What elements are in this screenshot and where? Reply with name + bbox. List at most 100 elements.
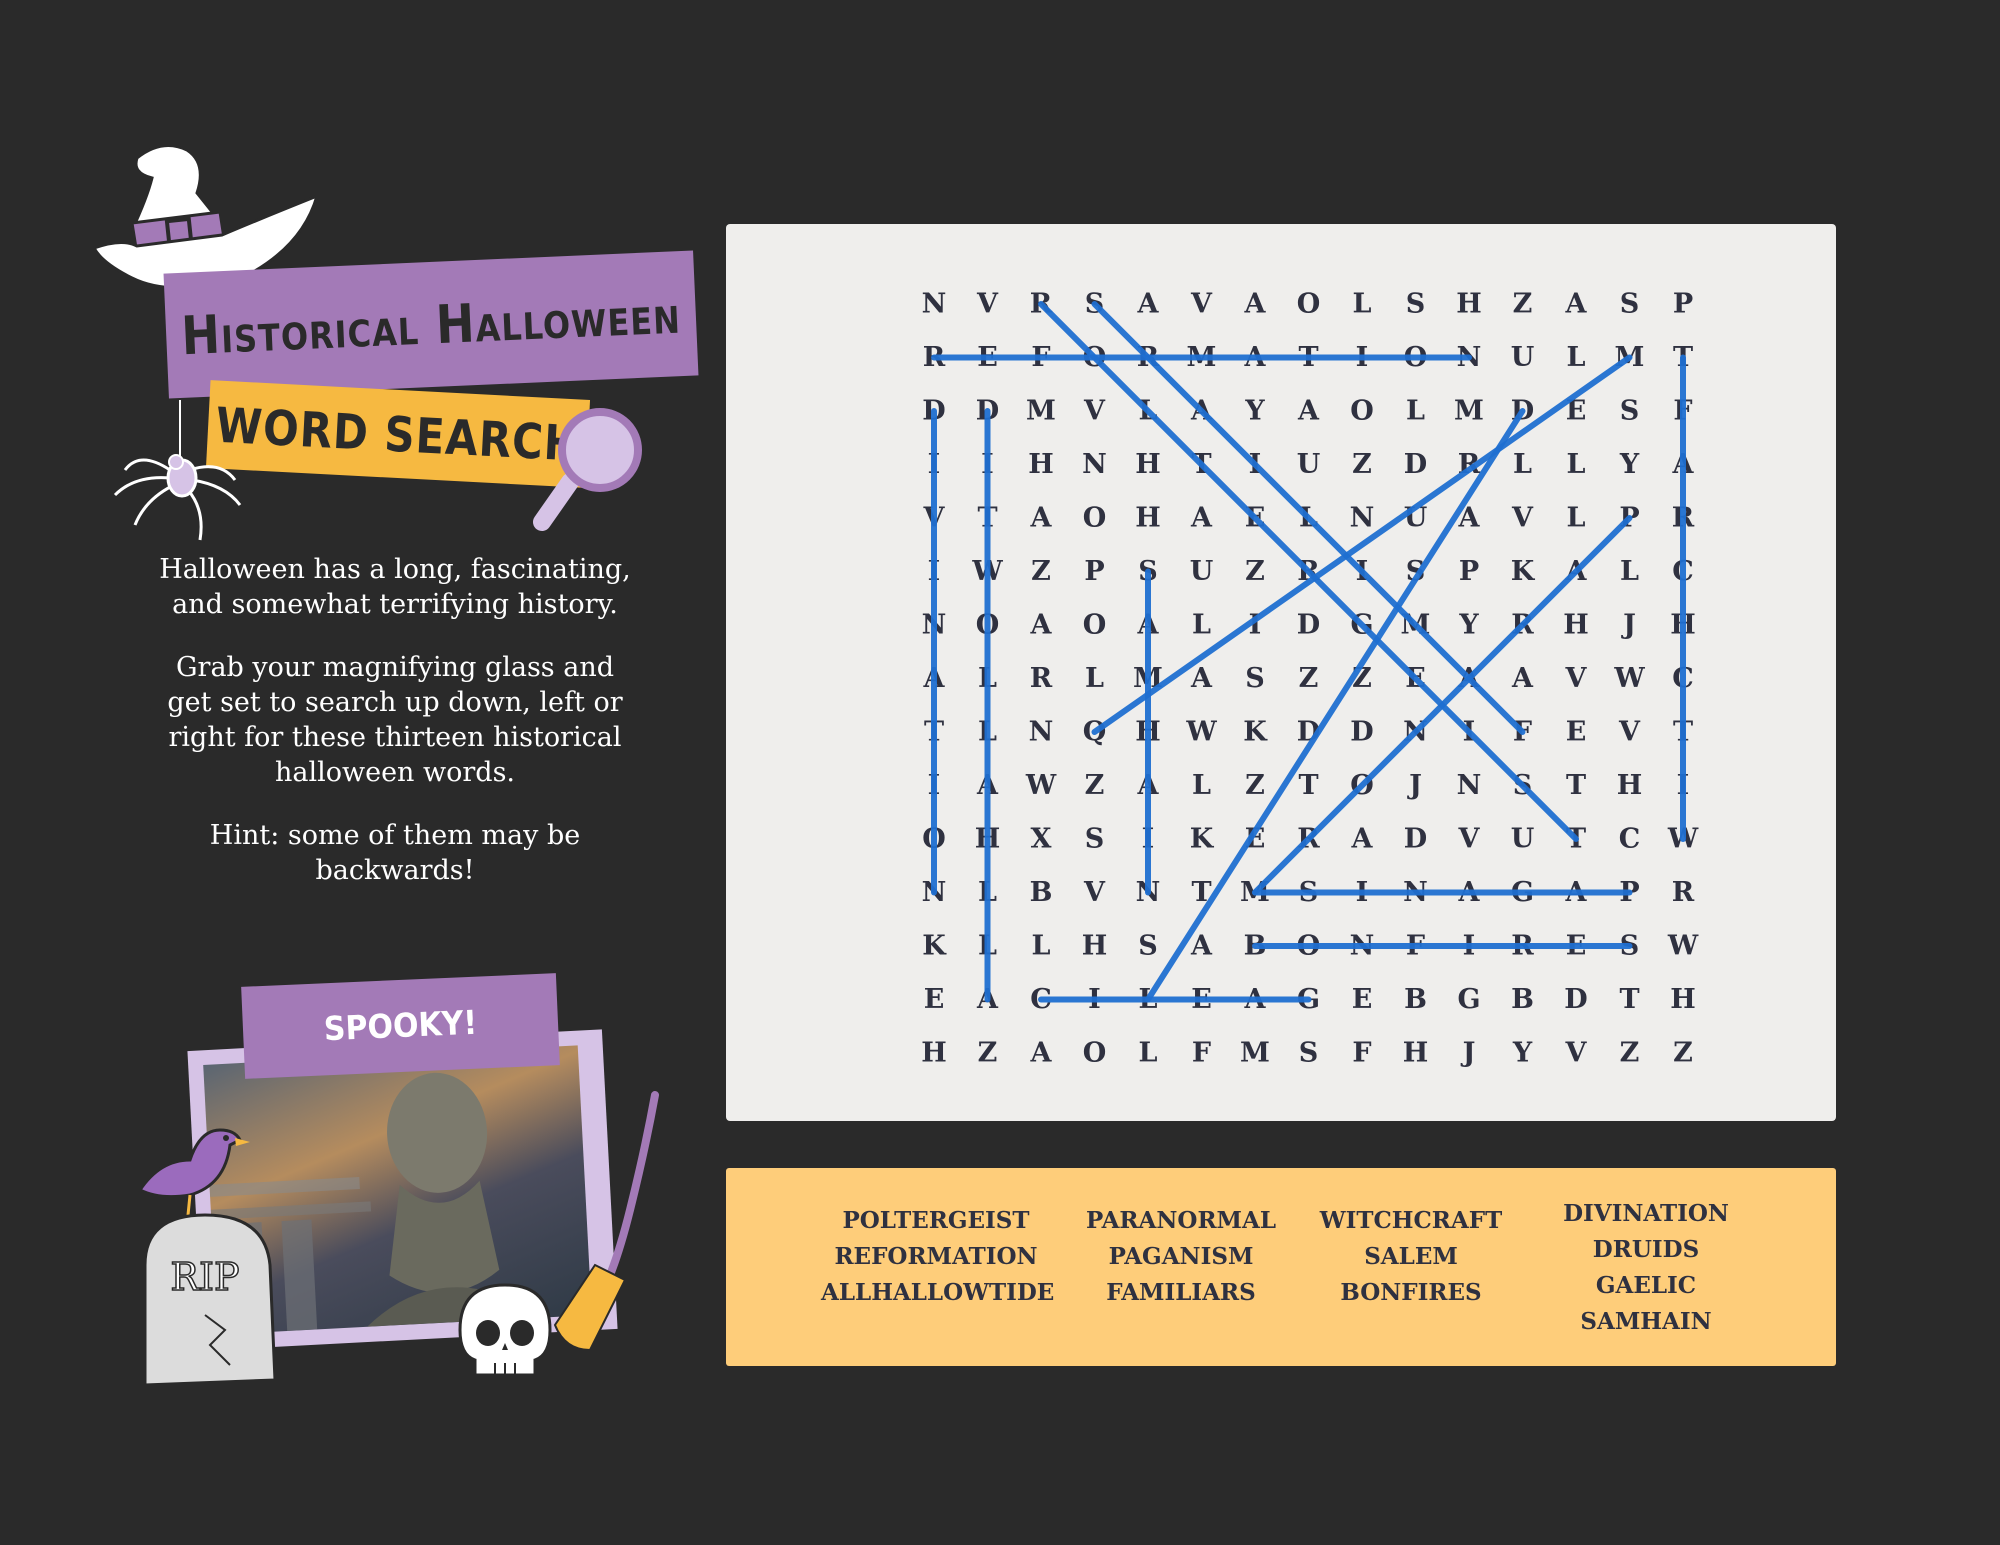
grid-letter[interactable]: D xyxy=(1350,717,1373,748)
grid-letter[interactable]: P xyxy=(1084,556,1104,587)
grid-letter[interactable]: K xyxy=(1190,824,1215,855)
grid-letter[interactable]: J xyxy=(1461,1038,1476,1069)
grid-letter[interactable]: T xyxy=(1619,984,1639,1015)
grid-letter[interactable]: H xyxy=(1028,449,1054,480)
grid-letter[interactable]: R xyxy=(1672,877,1695,908)
grid-letter[interactable]: L xyxy=(1620,556,1639,587)
grid-letter[interactable]: V xyxy=(976,289,999,320)
grid-letter[interactable]: B xyxy=(1030,877,1053,908)
grid-letter[interactable]: U xyxy=(1511,342,1535,373)
grid-letter[interactable]: K xyxy=(1511,556,1536,587)
grid-letter[interactable]: A xyxy=(1297,396,1320,427)
grid-letter[interactable]: V xyxy=(1083,877,1106,908)
grid-letter[interactable]: S xyxy=(1245,663,1265,694)
grid-letter[interactable]: N xyxy=(1457,770,1482,801)
grid-letter[interactable]: N xyxy=(1029,717,1054,748)
grid-letter[interactable]: W xyxy=(1613,663,1645,694)
grid-letter[interactable]: A xyxy=(1030,503,1053,534)
grid-letter[interactable]: D xyxy=(1404,824,1427,855)
grid-letter[interactable]: S xyxy=(1406,289,1426,320)
grid-letter[interactable]: H xyxy=(1456,289,1482,320)
grid-letter[interactable]: O xyxy=(1297,289,1321,320)
grid-letter[interactable]: V xyxy=(1618,717,1641,748)
grid-letter[interactable]: Z xyxy=(1299,663,1319,694)
grid-letter[interactable]: V xyxy=(1083,396,1106,427)
grid-letter[interactable]: L xyxy=(1567,342,1586,373)
grid-letter[interactable]: T xyxy=(1298,770,1318,801)
grid-letter[interactable]: V xyxy=(1565,663,1588,694)
grid-letter[interactable]: K xyxy=(1243,717,1268,748)
grid-letter[interactable]: J xyxy=(1621,610,1636,641)
grid-letter[interactable]: S xyxy=(1620,396,1640,427)
grid-letter[interactable]: V xyxy=(1565,1038,1588,1069)
grid-letter[interactable]: Z xyxy=(1352,449,1372,480)
grid-letter[interactable]: S xyxy=(1299,1038,1319,1069)
grid-letter[interactable]: U xyxy=(1511,824,1535,855)
grid-letter[interactable]: L xyxy=(1192,610,1211,641)
grid-letter[interactable]: L xyxy=(1567,449,1586,480)
grid-letter[interactable]: V xyxy=(1190,289,1213,320)
grid-letter[interactable]: S xyxy=(1620,289,1640,320)
grid-letter[interactable]: U xyxy=(1297,449,1321,480)
grid-letter[interactable]: B xyxy=(1404,984,1427,1015)
grid-letter[interactable]: L xyxy=(1406,396,1425,427)
grid-letter[interactable]: G xyxy=(1457,984,1480,1015)
grid-letter[interactable]: A xyxy=(1244,289,1267,320)
grid-letter[interactable]: H xyxy=(1135,503,1161,534)
grid-letter[interactable]: W xyxy=(1025,770,1057,801)
grid-letter[interactable]: W xyxy=(1185,717,1217,748)
grid-letter[interactable]: H xyxy=(1670,984,1696,1015)
grid-letter[interactable]: W xyxy=(1667,931,1699,962)
grid-letter[interactable]: L xyxy=(1513,449,1532,480)
grid-letter[interactable]: A xyxy=(1190,503,1213,534)
grid-letter[interactable]: B xyxy=(1511,984,1534,1015)
grid-letter[interactable]: A xyxy=(1511,663,1534,694)
grid-letter[interactable]: C xyxy=(1619,824,1641,855)
grid-letter[interactable]: O xyxy=(1083,610,1107,641)
grid-letter[interactable]: A xyxy=(1190,931,1213,962)
grid-letter[interactable]: Z xyxy=(1085,770,1105,801)
grid-letter[interactable]: H xyxy=(1403,1038,1429,1069)
grid-letter[interactable]: L xyxy=(1567,503,1586,534)
grid-letter[interactable]: Z xyxy=(1245,556,1265,587)
grid-letter[interactable]: K xyxy=(922,931,947,962)
grid-letter[interactable]: A xyxy=(1190,663,1213,694)
grid-letter[interactable]: X xyxy=(1031,824,1052,855)
grid-letter[interactable]: F xyxy=(1352,1038,1371,1069)
grid-letter[interactable]: Z xyxy=(1245,770,1265,801)
grid-letter[interactable]: L xyxy=(1139,1038,1158,1069)
grid-letter[interactable]: N xyxy=(1082,449,1107,480)
grid-letter[interactable]: D xyxy=(1297,610,1320,641)
grid-letter[interactable]: A xyxy=(1351,824,1374,855)
grid-letter[interactable]: O xyxy=(1083,1038,1107,1069)
grid-letter[interactable]: S xyxy=(1085,824,1105,855)
grid-letter[interactable]: D xyxy=(1404,449,1427,480)
grid-letter[interactable]: M xyxy=(1454,396,1484,427)
grid-letter[interactable]: L xyxy=(1192,770,1211,801)
grid-letter[interactable]: L xyxy=(1032,931,1051,962)
grid-letter[interactable]: Z xyxy=(1031,556,1051,587)
grid-letter[interactable]: J xyxy=(1407,770,1422,801)
grid-letter[interactable]: Z xyxy=(1673,1038,1693,1069)
grid-letter[interactable]: H xyxy=(1617,770,1643,801)
grid-letter[interactable]: Y xyxy=(1512,1038,1533,1069)
grid-letter[interactable]: P xyxy=(1459,556,1479,587)
grid-letter[interactable]: O xyxy=(1350,396,1374,427)
grid-letter[interactable]: E xyxy=(924,984,945,1015)
grid-letter[interactable]: E xyxy=(1352,984,1373,1015)
grid-letter[interactable]: Z xyxy=(1620,1038,1640,1069)
grid-letter[interactable]: L xyxy=(1353,289,1372,320)
grid-letter[interactable]: O xyxy=(1083,503,1107,534)
grid-letter[interactable]: Y xyxy=(1244,396,1265,427)
grid-letter[interactable]: T xyxy=(1566,770,1586,801)
grid-letter[interactable]: Z xyxy=(1513,289,1533,320)
grid-letter[interactable]: M xyxy=(1026,396,1056,427)
grid-letter[interactable]: A xyxy=(1565,289,1588,320)
grid-letter[interactable]: L xyxy=(1085,663,1104,694)
grid-letter[interactable]: R xyxy=(1030,663,1053,694)
grid-letter[interactable]: U xyxy=(1190,556,1214,587)
grid-letter[interactable]: P xyxy=(1673,289,1693,320)
grid-letter[interactable]: Y xyxy=(1619,449,1640,480)
grid-letter[interactable]: V xyxy=(1458,824,1481,855)
grid-letter[interactable]: H xyxy=(1563,610,1589,641)
